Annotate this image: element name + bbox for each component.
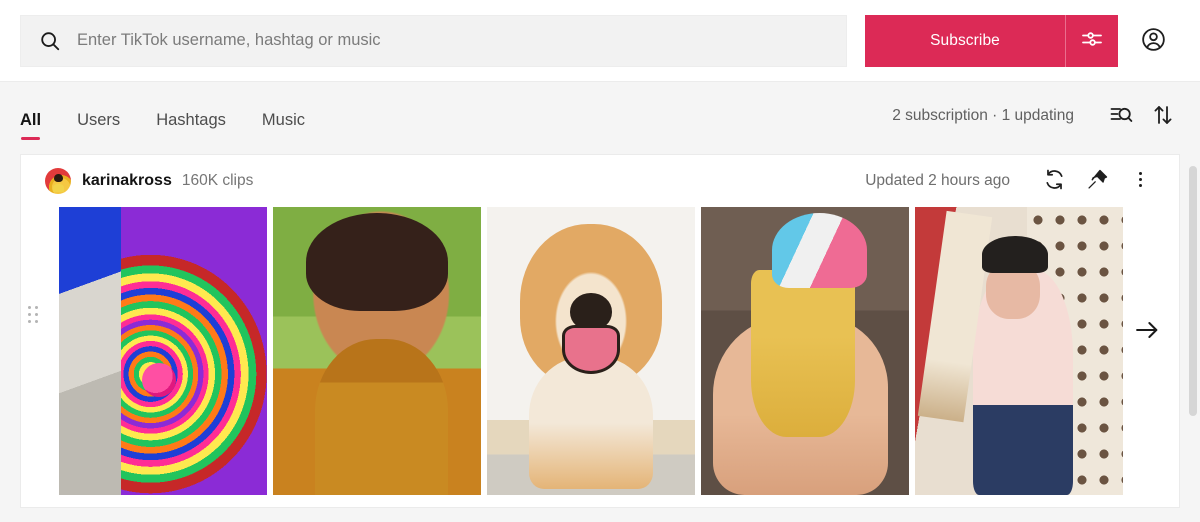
sort-arrows-icon [1151,103,1175,130]
thumbnail-item[interactable] [701,207,909,495]
tab-music[interactable]: Music [262,111,305,140]
avatar [45,168,71,194]
subscribe-group: Subscribe [865,14,1118,67]
app-header: Subscribe [0,0,1200,82]
updated-label: Updated 2 hours ago [865,172,1010,189]
sliders-icon [1080,27,1104,54]
subscribe-button[interactable]: Subscribe [865,14,1065,67]
paint-knob [142,362,177,397]
tab-bar: All Users Hashtags Music 2 subscription … [0,82,1200,154]
search-bar[interactable] [20,14,847,67]
thumbnail-strip [21,207,1179,495]
person-cap [981,235,1049,274]
thumbnail-item[interactable] [273,207,481,495]
drag-handle-icon[interactable] [26,303,40,325]
more-button[interactable] [1123,164,1157,198]
subscription-list: karinakross 160K clips Updated 2 hours a… [0,154,1200,508]
portrait-hair [306,212,448,311]
subscription-card: karinakross 160K clips Updated 2 hours a… [20,154,1180,508]
more-vertical-icon [1131,170,1150,192]
icecream-swirl [771,212,868,288]
tab-list: All Users Hashtags Music [20,82,341,154]
username-label: karinakross [82,172,172,189]
vertical-scrollbar[interactable] [1189,166,1197,486]
filter-search-button[interactable] [1104,99,1138,133]
cone-shape [750,270,855,438]
pin-icon [1086,168,1109,194]
tab-all[interactable]: All [20,111,41,140]
sort-button[interactable] [1146,99,1180,133]
clip-count-label: 160K clips [181,172,254,189]
dog-body [528,356,654,490]
account-circle-icon [1140,26,1167,56]
search-icon [39,30,61,52]
thumbnail-item[interactable] [487,207,695,495]
next-thumbnails-button[interactable] [1127,311,1167,351]
refresh-button[interactable] [1037,164,1071,198]
card-header-actions: Updated 2 hours ago [865,164,1157,198]
refresh-icon [1043,168,1066,194]
dog-mouth [561,325,621,375]
account-button[interactable] [1126,15,1180,67]
tab-users[interactable]: Users [77,111,120,140]
scrollbar-thumb[interactable] [1189,166,1197,416]
thumbnail-item[interactable] [915,207,1123,495]
pin-button[interactable] [1080,164,1114,198]
filter-search-icon [1109,103,1133,130]
subscribe-settings-button[interactable] [1066,14,1118,67]
thumbnail-item[interactable] [59,207,267,495]
subscription-status: 2 subscription · 1 updating [892,107,1074,124]
card-header: karinakross 160K clips Updated 2 hours a… [21,155,1179,207]
tab-bar-actions: 2 subscription · 1 updating [892,99,1180,137]
search-input[interactable] [77,31,828,50]
arrow-right-icon [1133,316,1161,347]
app-root: Subscribe [0,0,1200,522]
tab-hashtags[interactable]: Hashtags [156,111,226,140]
